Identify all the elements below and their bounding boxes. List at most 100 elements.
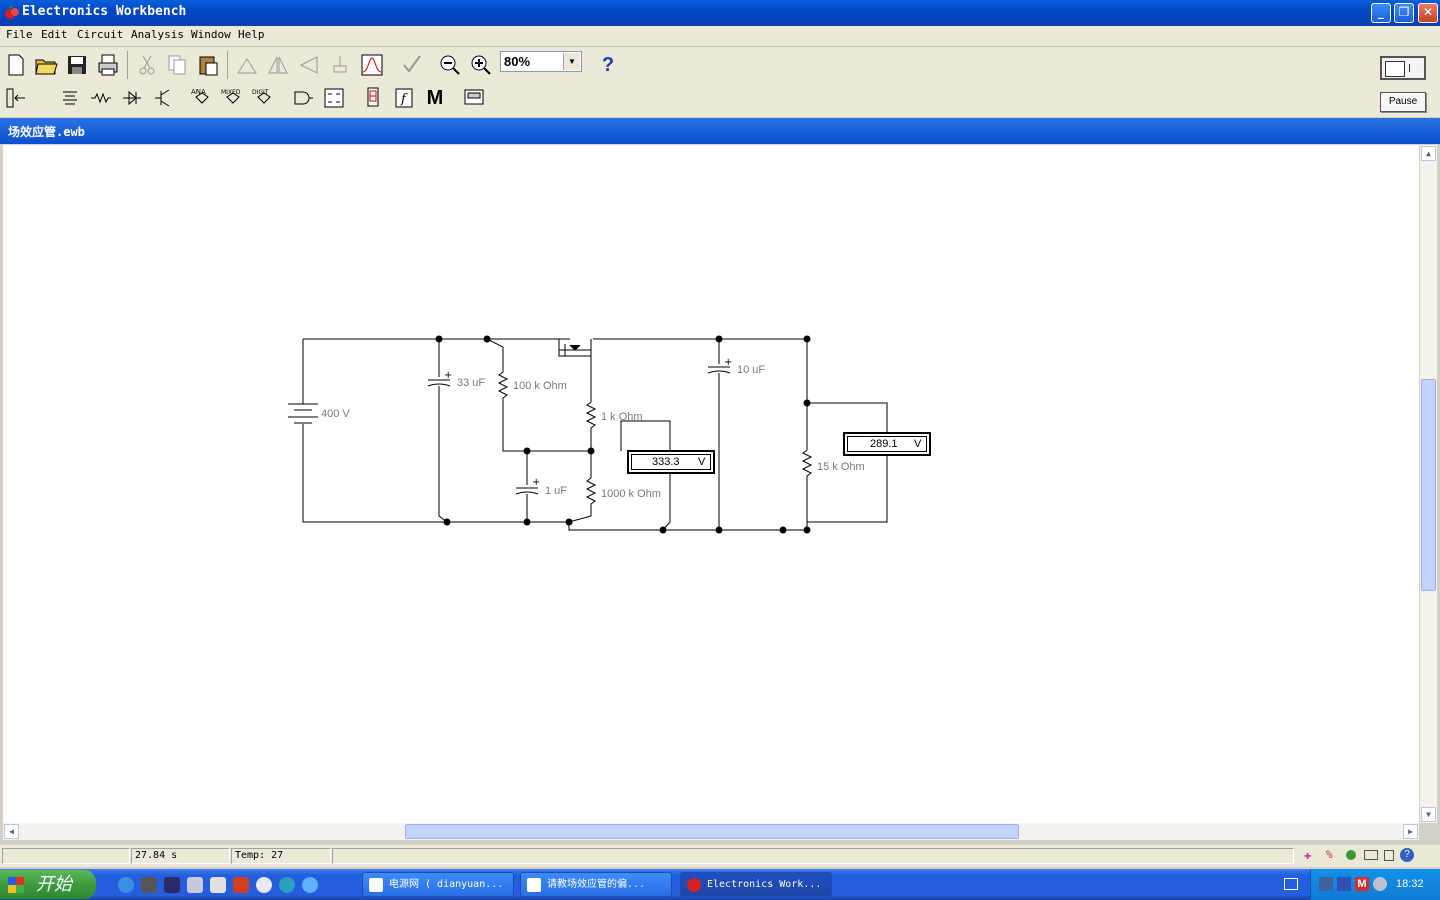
quicklaunch-messenger-icon[interactable] xyxy=(302,877,318,893)
scroll-right-arrow-icon[interactable]: ▶ xyxy=(1403,824,1418,839)
zoom-out-icon[interactable] xyxy=(436,51,464,79)
start-button[interactable]: 开始 xyxy=(0,870,96,899)
capacitor-1uf-label[interactable]: 1 uF xyxy=(545,485,567,497)
ime-toolbar[interactable]: ✚ % ? xyxy=(1302,848,1438,864)
resistor-1000k-label[interactable]: 1000 k Ohm xyxy=(601,488,661,500)
voltmeter-2-value: 289.1 xyxy=(870,438,898,450)
analysis-check-icon[interactable] xyxy=(398,51,426,79)
copy-icon[interactable] xyxy=(163,51,191,79)
diodes-bin-icon[interactable] xyxy=(118,84,146,112)
network-icon[interactable] xyxy=(1319,877,1333,891)
resistor-1k xyxy=(585,356,597,451)
ime-menu-icon[interactable] xyxy=(1384,850,1394,861)
help-button[interactable]: ? xyxy=(594,51,622,79)
quicklaunch-search-icon[interactable] xyxy=(256,877,272,893)
menu-analysis[interactable]: Analysis xyxy=(131,28,184,41)
mixed-ics-bin-icon[interactable]: MIXED xyxy=(219,84,247,112)
scroll-down-arrow-icon[interactable]: ▼ xyxy=(1421,807,1436,822)
voltmeter-2-unit: V xyxy=(914,438,922,450)
circuit-canvas[interactable]: + + + 400 V 33 uF 100 k Ohm 1 k Ohm 1 uF… xyxy=(3,145,1419,823)
restore-button[interactable]: ❐ xyxy=(1394,3,1414,23)
favorites-bin-icon[interactable] xyxy=(2,84,30,112)
quicklaunch-paint-icon[interactable] xyxy=(233,877,249,893)
document-icon xyxy=(369,878,383,892)
taskbar-button-browser-1[interactable]: 电源网 ( dianyuan... xyxy=(362,872,514,897)
start-label: 开始 xyxy=(36,874,72,894)
ime-icon[interactable]: ✚ xyxy=(1304,848,1311,862)
analog-ics-bin-icon[interactable]: ANA xyxy=(188,84,216,112)
menu-edit[interactable]: Edit xyxy=(41,28,68,41)
digital-ics-bin-icon[interactable]: DIGIT xyxy=(250,84,278,112)
taskbar-button-label: 请教场效应管的偏... xyxy=(547,879,646,890)
resistor-100k-label[interactable]: 100 k Ohm xyxy=(513,380,567,392)
volume-icon[interactable] xyxy=(1373,877,1387,891)
pause-button[interactable]: Pause xyxy=(1380,92,1426,112)
ime-keyboard-icon[interactable] xyxy=(1364,850,1378,860)
close-button[interactable]: ✕ xyxy=(1418,3,1438,23)
bottom-wire xyxy=(447,521,807,531)
vertical-scrollbar[interactable]: ▲ ▼ xyxy=(1420,145,1437,823)
minimize-button[interactable]: _ xyxy=(1371,3,1391,23)
digital-bin-icon[interactable] xyxy=(320,84,348,112)
quicklaunch-tool-icon[interactable] xyxy=(187,877,203,893)
chevron-down-icon[interactable]: ▼ xyxy=(563,53,580,70)
keyboard-icon[interactable] xyxy=(1284,878,1298,890)
resistor-15k xyxy=(783,403,813,531)
new-file-icon[interactable] xyxy=(2,51,30,79)
instruments-bin-icon[interactable] xyxy=(460,84,488,112)
battery-label[interactable]: 400 V xyxy=(321,408,350,420)
voltmeter-2[interactable]: 289.1 V xyxy=(843,432,931,456)
capacitor-33uf-label[interactable]: 33 uF xyxy=(457,377,485,389)
switch-on-indicator xyxy=(1409,64,1410,72)
power-switch[interactable] xyxy=(1380,56,1426,80)
horizontal-scroll-thumb[interactable] xyxy=(405,824,1019,839)
graphs-icon[interactable] xyxy=(358,51,386,79)
rotate-icon[interactable] xyxy=(233,51,261,79)
status-time: 27.84 s xyxy=(131,848,230,864)
taskbar-button-label: 电源网 ( dianyuan... xyxy=(389,879,504,890)
resistor-15k-label[interactable]: 15 k Ohm xyxy=(817,461,865,473)
quicklaunch-media-icon[interactable] xyxy=(164,877,180,893)
open-folder-icon[interactable] xyxy=(32,51,60,79)
menu-help[interactable]: Help xyxy=(238,28,265,41)
taskbar-button-electronics-workbench[interactable]: Electronics Work... xyxy=(680,872,832,897)
vertical-scroll-thumb[interactable] xyxy=(1421,379,1436,591)
capacitor-10uf-label[interactable]: 10 uF xyxy=(737,364,765,376)
cut-icon[interactable] xyxy=(133,51,161,79)
voltmeter-1[interactable]: 333.3 V xyxy=(627,450,715,474)
quicklaunch-app-icon[interactable] xyxy=(141,877,157,893)
scroll-left-arrow-icon[interactable]: ◀ xyxy=(4,824,19,839)
quicklaunch-globe-icon[interactable] xyxy=(279,877,295,893)
transistors-bin-icon[interactable] xyxy=(149,84,177,112)
menu-file[interactable]: File xyxy=(6,28,33,41)
flip-vertical-icon[interactable] xyxy=(295,51,323,79)
ime-punct-icon[interactable]: % xyxy=(1326,848,1333,861)
network-2-icon[interactable] xyxy=(1337,877,1351,891)
zoom-in-icon[interactable] xyxy=(467,51,495,79)
flip-horizontal-icon[interactable] xyxy=(264,51,292,79)
indicators-bin-icon[interactable] xyxy=(359,84,387,112)
miscellaneous-bin-icon[interactable]: M xyxy=(421,84,449,112)
taskbar-button-browser-2[interactable]: 请教场效应管的偏... xyxy=(520,872,672,897)
menu-window[interactable]: Window xyxy=(191,28,231,41)
quicklaunch-desktop-icon[interactable] xyxy=(210,877,226,893)
horizontal-scrollbar[interactable]: ◀ ▶ xyxy=(3,823,1419,840)
menu-circuit[interactable]: Circuit xyxy=(77,28,123,41)
left-wire xyxy=(302,339,447,523)
print-icon[interactable] xyxy=(94,51,122,79)
paste-icon[interactable] xyxy=(194,51,222,79)
sources-bin-icon[interactable] xyxy=(56,84,84,112)
tray-m-icon[interactable]: M xyxy=(1355,877,1369,891)
resistor-1k-label[interactable]: 1 k Ohm xyxy=(601,411,643,423)
zoom-select[interactable]: 80% ▼ xyxy=(500,51,582,72)
taskbar-button-label: Electronics Work... xyxy=(707,879,822,890)
controls-bin-icon[interactable]: f xyxy=(390,84,418,112)
logic-gates-bin-icon[interactable] xyxy=(289,84,317,112)
basic-components-bin-icon[interactable] xyxy=(87,84,115,112)
ime-help-icon[interactable]: ? xyxy=(1400,848,1414,862)
scroll-up-arrow-icon[interactable]: ▲ xyxy=(1421,146,1436,161)
ie-icon[interactable] xyxy=(118,877,134,893)
save-icon[interactable] xyxy=(63,51,91,79)
component-properties-icon[interactable] xyxy=(326,51,354,79)
ime-moon-icon[interactable] xyxy=(1346,850,1356,860)
